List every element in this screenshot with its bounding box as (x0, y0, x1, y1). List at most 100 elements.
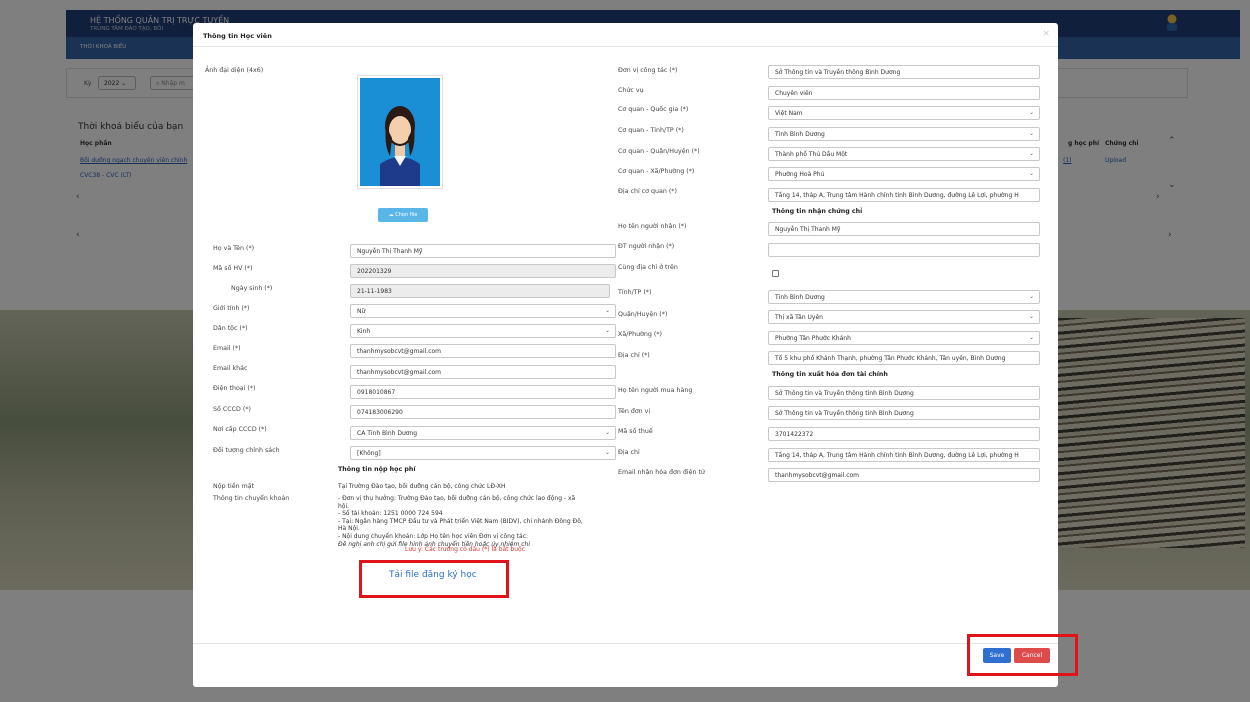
invoice-address-input[interactable]: Tầng 14, tháp A, Trung tâm Hành chính tỉ… (768, 448, 1040, 462)
agency-country-select[interactable]: Việt Nam ⌄ (768, 106, 1040, 120)
id-issue-place-value: CA Tỉnh Bình Dương (357, 430, 418, 437)
position-input[interactable]: Chuyên viên (768, 86, 1040, 100)
work-unit-label: Đơn vị công tác (*) (618, 67, 678, 74)
invoice-email-label: Email nhận hóa đơn điện tử (618, 469, 705, 476)
agency-province-select[interactable]: Tỉnh Bình Dương ⌄ (768, 127, 1040, 141)
agency-ward-select[interactable]: Phường Hoà Phú ⌄ (768, 167, 1040, 181)
chevron-down-icon: ⌄ (604, 449, 610, 456)
position-label: Chức vụ (618, 87, 644, 94)
transfer-line: Hà Nội. (338, 525, 360, 533)
agency-ward-label: Cơ quan - Xã/Phường (*) (618, 168, 695, 175)
agency-address-label: Địa chỉ cơ quan (*) (618, 188, 677, 195)
recipient-name-input[interactable]: Nguyễn Thị Thanh Mỹ (768, 222, 1040, 236)
cash-value: Tại Trường Đào tạo, bồi dưỡng cán bộ, cô… (338, 483, 506, 490)
recipient-phone-label: ĐT người nhận (*) (618, 243, 675, 250)
gender-select[interactable]: Nữ ⌄ (350, 304, 616, 318)
id-issue-place-select[interactable]: CA Tỉnh Bình Dương ⌄ (350, 426, 616, 440)
full-name-input[interactable]: Nguyễn Thị Thanh Mỹ (350, 244, 616, 258)
district-select[interactable]: Thị xã Tân Uyên ⌄ (768, 310, 1040, 324)
agency-country-label: Cơ quan - Quốc gia (*) (618, 106, 689, 113)
district-value: Thị xã Tân Uyên (775, 314, 823, 321)
student-info-modal: Thông tin Học viên × Ảnh đại diện (4x6) … (193, 23, 1058, 687)
download-registration-link[interactable]: Tải file đăng ký học (389, 570, 477, 580)
same-address-label: Cùng địa chỉ ở trên (618, 264, 678, 271)
tax-code-input[interactable]: 3701422372 (768, 427, 1040, 441)
transfer-line: - Nội dung chuyển khoản: Lớp Họ tên học … (338, 532, 528, 540)
chevron-down-icon: ⌄ (1028, 109, 1034, 116)
save-button[interactable]: Save (983, 648, 1011, 663)
cash-label: Nộp tiền mặt (213, 483, 255, 490)
student-id-label: Mã số HV (*) (213, 265, 253, 272)
modal-title: Thông tin Học viên (203, 32, 272, 40)
avatar-label: Ảnh đại diện (4x6) (205, 67, 264, 74)
birth-date-label: Ngày sinh (*) (231, 285, 273, 292)
email-label: Email (*) (213, 345, 241, 352)
choose-file-button[interactable]: ☁ Chọn file (378, 208, 428, 222)
unit-name-label: Tên đơn vị (618, 408, 651, 415)
province-value: Tỉnh Bình Dương (775, 294, 825, 301)
ward-label: Xã/Phường (*) (618, 331, 662, 338)
address-input[interactable]: Tổ 5 khu phố Khánh Thạnh, phường Tân Phư… (768, 351, 1040, 365)
ward-value: Phường Tân Phước Khánh (775, 335, 851, 342)
buyer-name-input[interactable]: Sở Thông tin và Truyền thông tỉnh Bình D… (768, 386, 1040, 400)
id-card-input[interactable]: 074183006290 (350, 405, 616, 419)
chevron-down-icon: ⌄ (1028, 130, 1034, 137)
phone-input[interactable]: 0918010867 (350, 385, 616, 399)
id-issue-place-label: Nơi cấp CCCD (*) (213, 426, 267, 433)
email-input[interactable]: thanhmysobcvt@gmail.com (350, 344, 616, 358)
agency-district-label: Cơ quan - Quận/Huyện (*) (618, 148, 700, 155)
transfer-line: - Đơn vị thụ hưởng: Trường Đào tạo, bồi … (338, 495, 576, 502)
invoice-section-title: Thông tin xuất hóa đơn tài chính (772, 371, 888, 378)
agency-province-label: Cơ quan - Tỉnh/TP (*) (618, 127, 684, 134)
required-fields-note: Lưu ý: Các trường có dấu (*) là bắt buộc (405, 546, 526, 553)
chevron-down-icon: ⌄ (1028, 170, 1034, 177)
gender-label: Giới tính (*) (213, 305, 250, 312)
ethnicity-select[interactable]: Kinh ⌄ (350, 324, 616, 338)
chevron-down-icon: ⌄ (1028, 150, 1034, 157)
province-select[interactable]: Tỉnh Bình Dương ⌄ (768, 290, 1040, 304)
transfer-label: Thông tin chuyển khoản (213, 495, 290, 502)
tax-code-label: Mã số thuế (618, 428, 653, 435)
student-id-input: 202201329 (350, 264, 616, 278)
modal-footer-divider (193, 643, 1058, 644)
invoice-address-label: Địa chỉ (618, 449, 640, 456)
choose-file-label: Chọn file (395, 212, 418, 218)
unit-name-input[interactable]: Sở Thông tin và Truyền thông tỉnh Bình D… (768, 406, 1040, 420)
agency-district-select[interactable]: Thành phố Thủ Dầu Một ⌄ (768, 147, 1040, 161)
chevron-down-icon: ⌄ (1028, 334, 1034, 341)
cloud-upload-icon: ☁ (388, 212, 394, 218)
chevron-down-icon: ⌄ (1028, 313, 1034, 320)
cancel-button[interactable]: Cancel (1014, 648, 1050, 663)
ward-select[interactable]: Phường Tân Phước Khánh ⌄ (768, 331, 1040, 345)
id-card-label: Số CCCD (*) (213, 406, 251, 413)
policy-select[interactable]: [Không] ⌄ (350, 446, 616, 460)
ethnicity-value: Kinh (357, 328, 371, 335)
other-email-input[interactable]: thanhmysobcvt@gmail.com (350, 365, 616, 379)
recipient-phone-input[interactable] (768, 243, 1040, 257)
chevron-down-icon: ⌄ (604, 327, 610, 334)
chevron-down-icon: ⌄ (604, 307, 610, 314)
ethnicity-label: Dân tộc (*) (213, 325, 248, 332)
province-label: Tỉnh/TP (*) (618, 289, 652, 296)
close-icon[interactable]: × (1042, 29, 1050, 39)
district-label: Quận/Huyện (*) (618, 311, 668, 318)
policy-label: Đối tượng chính sách (213, 447, 280, 454)
policy-value: [Không] (357, 450, 381, 457)
agency-country-value: Việt Nam (775, 110, 803, 117)
transfer-line: hội. (338, 502, 350, 510)
agency-address-input[interactable]: Tầng 14, tháp A, Trung tâm Hành chính tỉ… (768, 188, 1040, 202)
phone-label: Điện thoại (*) (213, 385, 256, 392)
work-unit-input[interactable]: Sở Thông tin và Truyền thông Bình Dương (768, 65, 1040, 79)
invoice-email-input[interactable]: thanhmysobcvt@gmail.com (768, 468, 1040, 482)
transfer-info: - Đơn vị thụ hưởng: Trường Đào tạo, bồi … (338, 495, 583, 548)
other-email-label: Email khác (213, 365, 248, 372)
cert-section-title: Thông tin nhận chứng chỉ (772, 208, 863, 215)
buyer-name-label: Họ tên người mua hàng (618, 387, 693, 394)
same-address-checkbox[interactable] (772, 270, 779, 277)
avatar-photo (357, 75, 443, 189)
birth-date-input[interactable]: 21-11-1983 (350, 284, 610, 298)
fee-section-title: Thông tin nộp học phí (338, 466, 416, 473)
recipient-name-label: Họ tên người nhận (*) (618, 223, 687, 230)
transfer-line: - Tại: Ngân hàng TMCP Đầu tư và Phát tri… (338, 517, 583, 525)
agency-district-value: Thành phố Thủ Dầu Một (775, 151, 848, 158)
